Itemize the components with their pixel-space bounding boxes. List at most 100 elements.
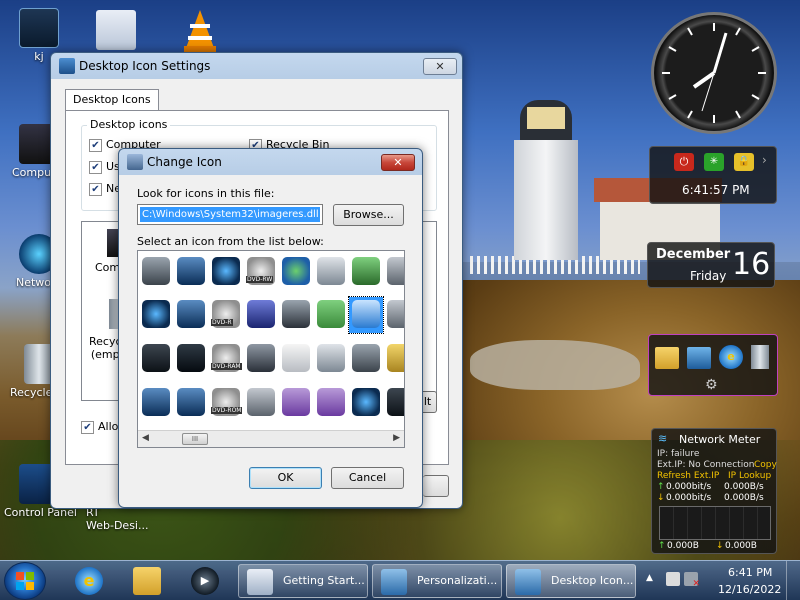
vlc-icon[interactable] — [180, 8, 220, 52]
scroll-thumb[interactable]: III — [182, 433, 208, 445]
taskbar-item-personalization[interactable]: Personalizati... — [372, 564, 502, 598]
traffic-graph — [659, 506, 771, 540]
explorer-icon[interactable] — [655, 347, 679, 369]
icon-grid-cell[interactable] — [209, 254, 243, 290]
gear-icon[interactable]: ⚙ — [705, 377, 718, 393]
taskbar-item-desktop-icon[interactable]: Desktop Icon... — [506, 564, 636, 598]
dialog-title: Change Icon — [147, 155, 222, 169]
icon-grid-cell[interactable] — [279, 297, 313, 333]
icon-grid-cell[interactable] — [349, 341, 383, 377]
user-files-checkbox[interactable]: ✔ — [89, 161, 102, 174]
tray-expand-arrow-icon[interactable]: ▲ — [646, 573, 653, 583]
icon-grid-cell[interactable] — [139, 297, 173, 333]
icon-grid-cell[interactable] — [314, 385, 348, 421]
show-desktop-button[interactable] — [786, 561, 800, 600]
icon-grid-cell[interactable] — [174, 341, 208, 377]
icon-grid-cell[interactable] — [384, 385, 404, 421]
close-button[interactable]: ✕ — [423, 58, 457, 75]
icon-grid-cell[interactable] — [244, 385, 278, 421]
settings-window-icon — [59, 58, 75, 74]
next-chevron-icon[interactable]: › — [762, 153, 767, 167]
icon-grid-cell[interactable] — [314, 254, 348, 290]
tab-desktop-icons[interactable]: Desktop Icons — [65, 89, 159, 111]
lighthouse-lantern — [527, 107, 565, 129]
apply-button[interactable] — [423, 475, 449, 497]
resource-icon — [177, 300, 205, 328]
resource-icon — [387, 344, 404, 372]
horizontal-scrollbar[interactable]: ◀ III ▶ — [138, 430, 404, 447]
refresh-ext-ip-link[interactable]: Refresh Ext.IP — [657, 471, 719, 481]
close-button[interactable]: ✕ — [381, 154, 415, 171]
calendar-gadget[interactable]: December Friday 16 — [647, 242, 775, 288]
icon-grid-cell[interactable] — [314, 341, 348, 377]
ip-lookup-link[interactable]: IP Lookup — [728, 471, 771, 481]
lighthouse-tower — [514, 140, 578, 260]
icon-grid-cell[interactable] — [174, 254, 208, 290]
icon-grid-cell[interactable]: DVD-RW — [244, 254, 278, 290]
desktop-icon-doc[interactable] — [96, 10, 136, 50]
internet-explorer-icon[interactable]: e — [719, 345, 743, 369]
pinned-ie[interactable]: e — [62, 564, 116, 598]
icon-grid-cell[interactable] — [244, 297, 278, 333]
look-for-label: Look for icons in this file: — [137, 187, 275, 200]
scroll-left-arrow-icon[interactable]: ◀ — [142, 433, 149, 443]
icon-grid-cell[interactable] — [139, 254, 173, 290]
cancel-button[interactable]: Cancel — [331, 467, 404, 489]
icon-grid-cell[interactable] — [349, 254, 383, 290]
analog-clock-gadget[interactable] — [651, 12, 777, 134]
browse-button[interactable]: Browse... — [333, 204, 404, 226]
scroll-right-arrow-icon[interactable]: ▶ — [393, 433, 400, 443]
rocks-background — [470, 340, 640, 390]
icon-grid-cell[interactable] — [384, 254, 404, 290]
icon-grid-cell[interactable] — [174, 297, 208, 333]
taskbar-item-label: Getting Start... — [283, 574, 365, 587]
pinned-explorer[interactable] — [120, 564, 174, 598]
icon-grid-cell[interactable] — [279, 341, 313, 377]
icon-grid-cell[interactable]: DVD-RAM — [209, 341, 243, 377]
network-checkbox[interactable]: ✔ — [89, 183, 102, 196]
icon-grid-cell[interactable] — [314, 297, 348, 333]
icon-grid-cell[interactable] — [279, 385, 313, 421]
allow-themes-checkbox[interactable]: ✔ — [81, 421, 94, 434]
icon-grid-cell[interactable] — [348, 296, 384, 334]
dialog-titlebar[interactable]: Change Icon — [119, 149, 422, 175]
start-button[interactable] — [4, 562, 46, 600]
media-player-icon: ▶ — [191, 567, 219, 595]
red-x-icon: ✕ — [692, 579, 700, 589]
folder-icon — [133, 567, 161, 595]
restart-icon[interactable]: ✳ — [704, 153, 724, 171]
copy-link[interactable]: Copy — [754, 460, 777, 470]
icon-list[interactable]: ◀ III ▶ DVD-RW DVD-R DVD-RAM DVD-ROM — [137, 250, 405, 448]
icon-grid-cell[interactable] — [139, 385, 173, 421]
computer-checkbox[interactable]: ✔ — [89, 139, 102, 152]
ok-button[interactable]: OK — [249, 467, 322, 489]
icon-grid-cell[interactable]: DVD-R — [209, 297, 243, 333]
icon-grid-cell[interactable] — [279, 254, 313, 290]
file-path-value: C:\Windows\System32\imageres.dll — [140, 207, 320, 222]
icon-grid-cell[interactable] — [174, 385, 208, 421]
icon-grid-cell[interactable] — [244, 341, 278, 377]
tray-date[interactable]: 12/16/2022 — [718, 583, 781, 596]
taskbar-item-getting-started[interactable]: Getting Start... — [238, 564, 368, 598]
pinned-media-player[interactable]: ▶ — [178, 564, 232, 598]
resource-icon — [387, 257, 404, 285]
icon-grid-cell[interactable]: DVD-ROM — [209, 385, 243, 421]
resource-icon — [142, 344, 170, 372]
control-panel-icon[interactable] — [687, 347, 711, 369]
recycle-bin-icon[interactable] — [751, 345, 769, 369]
icon-grid-cell[interactable] — [349, 385, 383, 421]
resource-icon — [282, 388, 310, 416]
power-icon[interactable]: ⏻ — [674, 153, 694, 171]
resource-icon — [212, 257, 240, 285]
action-center-icon[interactable] — [666, 572, 680, 586]
icon-grid-cell[interactable] — [384, 297, 404, 333]
network-disconnected-icon[interactable]: ✕ — [684, 572, 700, 589]
calendar-weekday: Friday — [690, 269, 727, 283]
icon-grid-cell[interactable] — [139, 341, 173, 377]
resource-icon — [282, 344, 310, 372]
lock-icon[interactable]: 🔒 — [734, 153, 754, 171]
tray-time[interactable]: 6:41 PM — [728, 566, 772, 579]
file-path-input[interactable]: C:\Windows\System32\imageres.dll — [137, 204, 323, 225]
window-titlebar[interactable]: Desktop Icon Settings — [51, 53, 462, 79]
icon-grid-cell[interactable] — [384, 341, 404, 377]
